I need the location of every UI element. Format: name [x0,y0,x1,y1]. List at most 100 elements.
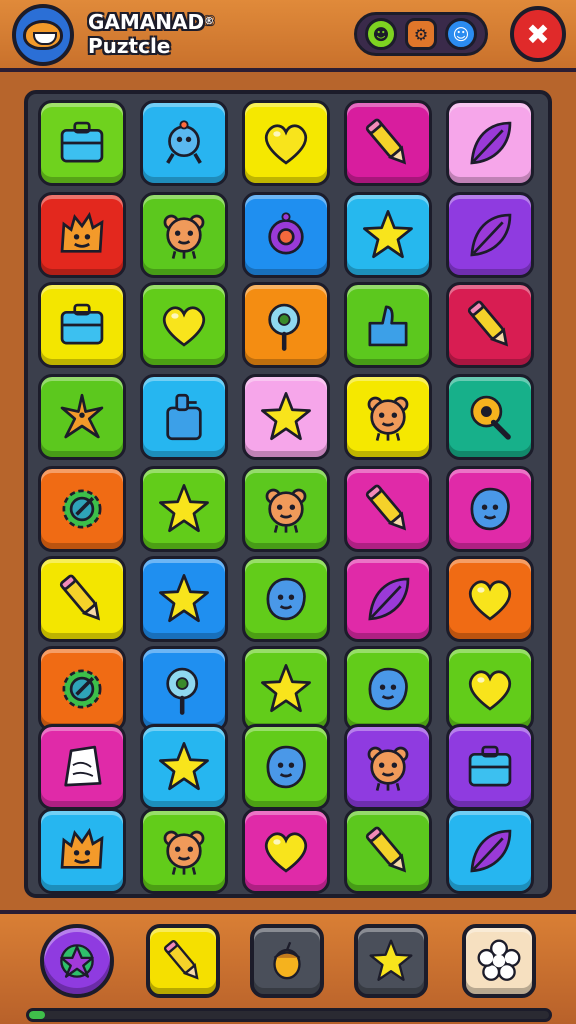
tile-r2-c2-bear[interactable] [140,192,228,278]
tile-r8-c4-bear[interactable] [344,724,432,810]
tile-r7-c1-gear[interactable] [38,646,126,732]
leaf-icon [470,121,512,165]
heart-icon [163,306,205,347]
pencil-icon [365,826,407,873]
tile-r6-c2-star[interactable] [140,556,228,642]
tile-r4-c3-star[interactable] [242,374,330,460]
tile-r2-c3-orb[interactable] [242,192,330,278]
tile-r2-c5-leaf[interactable] [446,192,534,278]
tile-r4-c4-bear[interactable] [344,374,432,460]
leaf-icon [368,577,410,621]
tile-r6-c3-blob[interactable] [242,556,330,642]
status-icons-pill: ☻ ⚙ ☺ [354,12,488,56]
acorn-icon [273,941,301,980]
star-icon [159,742,209,791]
pencil-icon [365,484,407,531]
tile-r9-c5-leaf[interactable] [446,808,534,894]
bear-icon [367,746,409,791]
tile-r6-c4-leaf[interactable] [344,556,432,642]
tile-r9-c2-bear[interactable] [140,808,228,894]
bear-icon [367,396,409,441]
tile-r3-c4-thumb[interactable] [344,282,432,368]
tile-r5-c5-blob[interactable] [446,466,534,552]
tile-r5-c2-star[interactable] [140,466,228,552]
tile-r3-c2-heart[interactable] [140,282,228,368]
tile-r8-c1-paper[interactable] [38,724,126,810]
tile-r3-c1-briefcase[interactable] [38,282,126,368]
tile-r7-c4-blob[interactable] [344,646,432,732]
tile-r5-c4-pencil[interactable] [344,466,432,552]
smiling-face-icon [23,20,63,50]
tile-r8-c5-briefcase[interactable] [446,724,534,810]
tile-r5-c3-bear[interactable] [242,466,330,552]
thumb-icon [368,305,408,347]
tile-r4-c2-bottle[interactable] [140,374,228,460]
leaf-icon [470,829,512,873]
game-title-line2: Puztcle [88,34,171,58]
starfish-icon [60,393,104,439]
bear-icon [163,214,205,259]
tile-r7-c2-magnifier[interactable] [140,646,228,732]
briefcase-icon [60,121,104,163]
star-icon [261,392,311,441]
puzzle-board [24,90,552,898]
tile-r7-c5-heart[interactable] [446,646,534,732]
tile-r7-c3-star[interactable] [242,646,330,732]
powerup-bar [0,910,576,1024]
tile-r9-c1-monster[interactable] [38,808,126,894]
monster-icon [60,211,104,253]
bear-icon [265,488,307,533]
star-icon [261,664,311,713]
bottle-icon [166,393,202,441]
briefcase-icon [468,745,512,787]
powerup-button-2[interactable] [146,924,220,998]
tile-r3-c5-pencil[interactable] [446,282,534,368]
tile-r4-c1-starfish[interactable] [38,374,126,460]
tile-r8-c2-star[interactable] [140,724,228,810]
tile-r1-c5-leaf[interactable] [446,100,534,186]
tile-r1-c1-briefcase[interactable] [38,100,126,186]
pencil-icon [59,574,101,621]
blob-icon [368,667,408,711]
registered-mark: ® [204,16,215,27]
tile-r1-c4-pencil[interactable] [344,100,432,186]
star-icon [363,210,413,259]
tile-r1-c3-heart[interactable] [242,100,330,186]
magnifier-icon [166,667,199,715]
briefcase-icon [60,303,104,345]
game-title-line1: GAMANAD® [88,10,215,34]
keyhole-icon [470,395,511,440]
gear-icon[interactable]: ⚙ [405,18,437,50]
flower-icon [477,939,521,981]
creature-icon [166,120,202,164]
heart-icon [265,124,307,165]
tile-r2-c1-monster[interactable] [38,192,126,278]
tile-r6-c1-pencil[interactable] [38,556,126,642]
tile-r8-c3-blob[interactable] [242,724,330,810]
game-title: GAMANAD® Puztcle [88,10,214,58]
tile-r3-c3-magnifier[interactable] [242,282,330,368]
paper-icon [64,745,102,787]
tile-r9-c4-pencil[interactable] [344,808,432,894]
top-bar: GAMANAD® Puztcle ☻ ⚙ ☺ ✖ [0,0,576,72]
powerup-button-4[interactable] [354,924,428,998]
monster-icon [60,827,104,869]
blob-icon [470,487,510,531]
tile-r1-c2-creature[interactable] [140,100,228,186]
close-button[interactable]: ✖ [510,6,566,62]
tile-r9-c3-heart[interactable] [242,808,330,894]
powerup-button-3[interactable] [250,924,324,998]
tile-r4-c5-keyhole[interactable] [446,374,534,460]
pencil-icon [467,300,509,347]
level-progress-fill [29,1011,45,1019]
tile-r2-c4-star[interactable] [344,192,432,278]
green-monster-icon[interactable]: ☻ [365,18,397,50]
powerup-button-5[interactable] [462,924,536,998]
powerup-button-1[interactable] [40,924,114,998]
blob-icon [266,577,306,621]
tile-r5-c1-gear[interactable] [38,466,126,552]
blue-face-icon[interactable]: ☺ [445,18,477,50]
pencil-icon [365,118,407,165]
tile-r6-c5-heart[interactable] [446,556,534,642]
orb-icon [268,212,304,255]
